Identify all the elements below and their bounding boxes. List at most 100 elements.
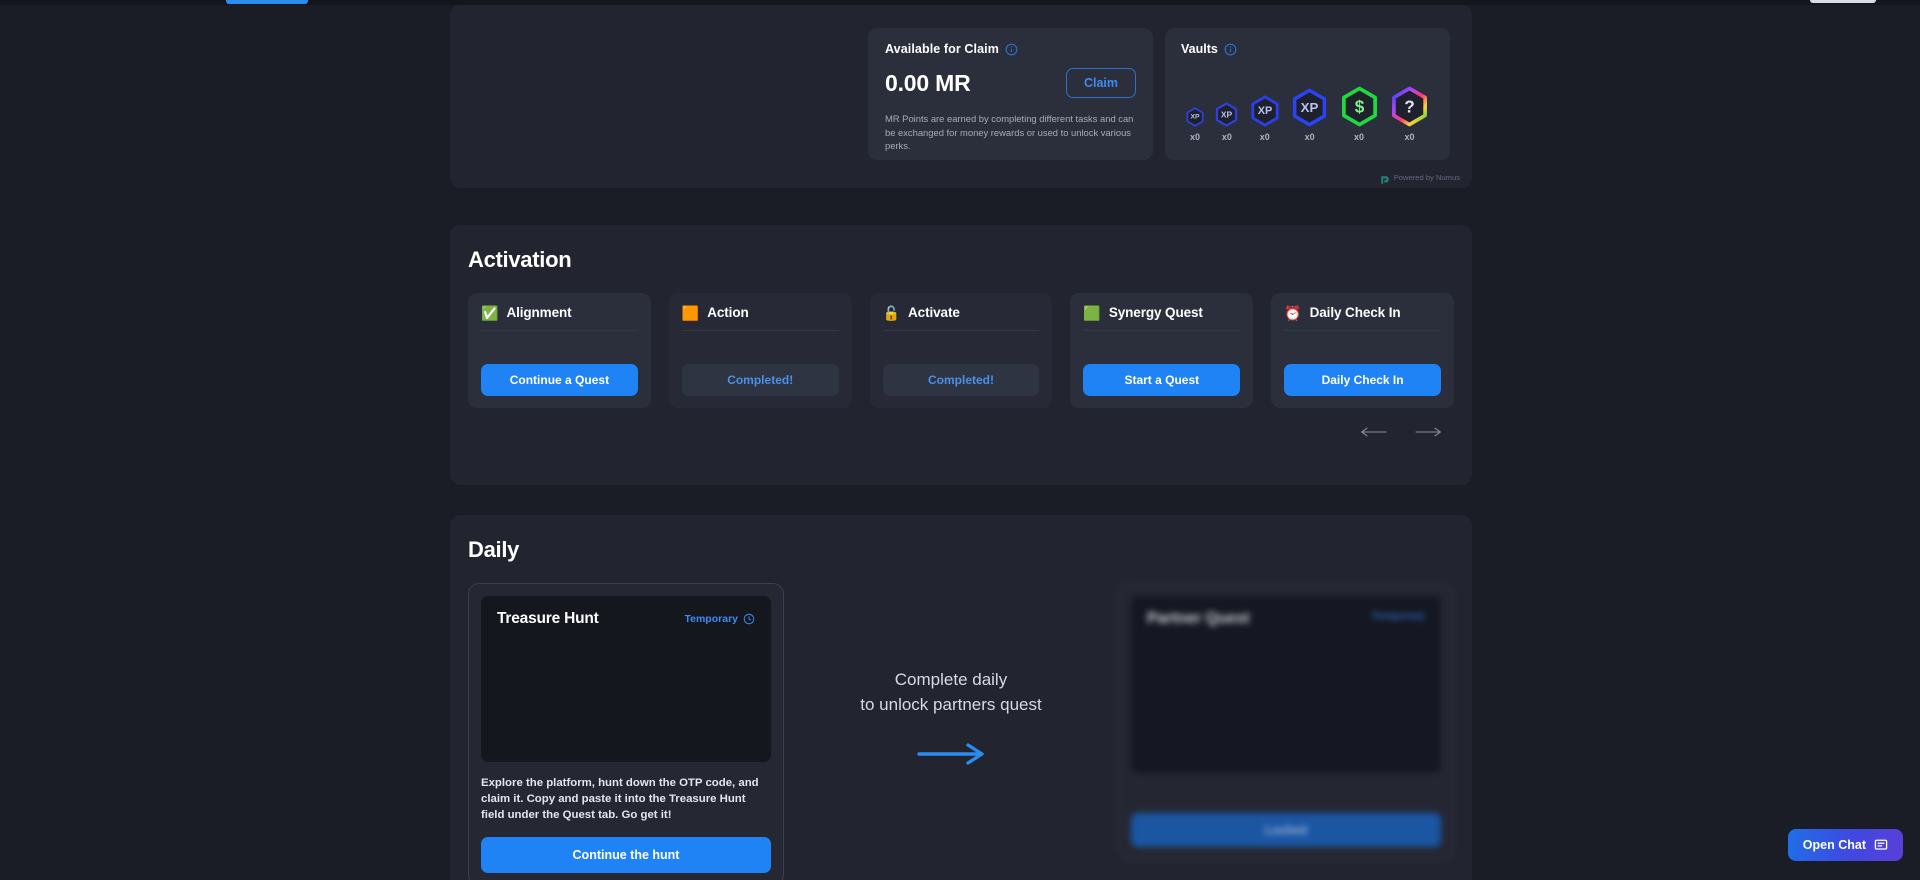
- claim-card-header: Available for Claim: [885, 42, 1136, 56]
- vaults-card: Vaults XP x0 XP x0 XP x0 XP x0 $ x0? x0: [1165, 28, 1450, 160]
- continue-the-hunt-button[interactable]: Continue the hunt: [481, 836, 771, 873]
- vault-badge[interactable]: XP x0: [1249, 95, 1281, 142]
- daily-title: Daily: [468, 537, 520, 562]
- partner-quest-badge: Temporary: [1371, 610, 1426, 622]
- temporary-badge-label: Temporary: [684, 613, 739, 625]
- powered-by-attribution: Powered by Numus: [1380, 172, 1460, 184]
- partner-quest-banner: Partner Quest Temporary: [1131, 596, 1441, 773]
- svg-text:?: ?: [1404, 97, 1415, 117]
- activation-card: ⏰ Daily Check In Daily Check In: [1271, 293, 1454, 408]
- svg-text:XP: XP: [1258, 105, 1273, 117]
- activation-title: Activation: [468, 247, 572, 272]
- partner-quest-card-locked[interactable]: Partner Quest Temporary Locked: [1118, 583, 1454, 860]
- svg-text:$: $: [1354, 97, 1364, 117]
- activation-card-spacer: [1083, 331, 1240, 364]
- activation-card-spacer: [883, 331, 1040, 364]
- claim-amount-row: 0.00 MR Claim: [885, 68, 1136, 98]
- vault-badge[interactable]: $ x0: [1339, 86, 1380, 142]
- treasure-hunt-banner: Treasure Hunt Temporary: [481, 596, 771, 762]
- unlocked-padlock-icon: 🔓: [882, 304, 901, 321]
- activation-card-header: 🔓 Activate: [882, 304, 1040, 331]
- unlock-hint-block: Complete daily to unlock partners quest: [784, 583, 1118, 767]
- clock-icon: [743, 613, 755, 625]
- vault-badge-row: XP x0 XP x0 XP x0 XP x0 $ x0? x0: [1181, 64, 1434, 142]
- vault-count-label: x0: [1304, 132, 1315, 142]
- open-chat-button[interactable]: Open Chat: [1787, 829, 1903, 861]
- green-check-icon: ✅: [481, 304, 499, 321]
- unlock-hint-line-1: Complete daily: [894, 670, 1008, 689]
- activation-card-header: 🟩 Synergy Quest: [1083, 304, 1241, 331]
- activation-card: 🟩 Synergy Quest Start a Quest: [1070, 293, 1254, 408]
- daily-panel: Daily Treasure Hunt Temporary Explore th…: [450, 515, 1472, 880]
- vault-count-label: x0: [1259, 132, 1270, 142]
- vault-badge[interactable]: XP x0: [1185, 107, 1205, 142]
- chat-bubble-icon: [1874, 838, 1888, 852]
- open-chat-label: Open Chat: [1802, 838, 1866, 852]
- activation-card-spacer: [481, 331, 638, 364]
- available-for-claim-label: Available for Claim: [885, 42, 999, 56]
- vault-count-label: x0: [1404, 132, 1415, 142]
- unlock-hint-text: Complete daily to unlock partners quest: [860, 668, 1041, 717]
- svg-text:XP: XP: [1221, 110, 1233, 120]
- arrow-left-icon[interactable]: [1360, 424, 1388, 440]
- alarm-clock-icon: ⏰: [1284, 304, 1302, 321]
- vault-badge[interactable]: XP x0: [1214, 102, 1239, 142]
- vault-hex-icon: XP: [1293, 88, 1327, 127]
- partner-quest-button[interactable]: Locked: [1131, 813, 1441, 847]
- activation-card-title: Daily Check In: [1309, 305, 1401, 320]
- info-circle-icon[interactable]: [1224, 43, 1237, 56]
- activation-card-button[interactable]: Start a Quest: [1083, 364, 1241, 396]
- unlock-hint-line-2: to unlock partners quest: [860, 694, 1042, 714]
- arrow-right-long-icon: [916, 741, 986, 767]
- claim-button[interactable]: Claim: [1065, 68, 1136, 98]
- activation-card-title: Action: [707, 305, 749, 320]
- activation-card-title: Activate: [908, 305, 960, 320]
- activation-card-spacer: [1284, 331, 1441, 364]
- claim-amount-value: 0.00 MR: [885, 69, 971, 96]
- temporary-badge: Temporary: [685, 613, 756, 625]
- powered-by-label: Powered by Numus: [1393, 172, 1460, 182]
- vault-hex-icon: XP: [1216, 102, 1238, 127]
- activation-card-row: ✅ Alignment Continue a Quest 🟧 Action Complet…: [468, 293, 1454, 408]
- activation-card-header: ✅ Alignment: [481, 305, 638, 331]
- vault-count-label: x0: [1354, 132, 1365, 142]
- daily-content-grid: Treasure Hunt Temporary Explore the plat…: [468, 583, 1454, 880]
- info-circle-icon[interactable]: [1005, 43, 1018, 56]
- vault-hex-icon: XP: [1251, 95, 1279, 127]
- vaults-card-header: Vaults: [1181, 42, 1434, 56]
- treasure-hunt-card: Treasure Hunt Temporary Explore the plat…: [468, 583, 784, 880]
- activation-card-button: Completed!: [882, 364, 1040, 396]
- partner-quest-title: Partner Quest: [1147, 610, 1250, 627]
- activation-carousel-nav: [468, 408, 1454, 440]
- activation-card-title: Synergy Quest: [1108, 305, 1203, 320]
- svg-text:XP: XP: [1190, 114, 1200, 121]
- vault-badge[interactable]: XP x0: [1290, 88, 1329, 142]
- claim-description: MR Points are earned by completing diffe…: [885, 113, 1134, 152]
- vaults-label: Vaults: [1181, 42, 1218, 56]
- activation-card: 🔓 Activate Completed!: [869, 293, 1053, 408]
- treasure-hunt-banner-header: Treasure Hunt Temporary: [497, 610, 755, 628]
- green-sparkle-icon: 🟩: [1083, 304, 1101, 321]
- vault-hex-icon: ?: [1391, 86, 1427, 127]
- activation-card-button: Completed!: [681, 364, 839, 396]
- activation-card: ✅ Alignment Continue a Quest: [468, 293, 651, 408]
- available-for-claim-card: Available for Claim 0.00 MR Claim MR Poi…: [868, 28, 1153, 160]
- activation-card-button[interactable]: Daily Check In: [1284, 364, 1441, 396]
- vault-count-label: x0: [1221, 132, 1232, 142]
- app-root: Available for Claim 0.00 MR Claim MR Poi…: [0, 0, 1920, 880]
- vault-badge[interactable]: ? x0: [1389, 86, 1430, 142]
- svg-text:XP: XP: [1301, 100, 1319, 115]
- vault-count-label: x0: [1189, 132, 1200, 142]
- activation-card-button[interactable]: Continue a Quest: [481, 364, 638, 396]
- activation-card-spacer: [682, 331, 839, 364]
- activation-card-header: ⏰ Daily Check In: [1284, 305, 1441, 331]
- treasure-hunt-title: Treasure Hunt: [497, 610, 599, 627]
- arrow-right-icon[interactable]: [1414, 424, 1442, 440]
- numus-logo-icon: [1380, 172, 1390, 184]
- top-right-chrome-element[interactable]: [1810, 0, 1876, 3]
- vault-hex-icon: XP: [1186, 107, 1204, 127]
- top-active-tab-indicator[interactable]: [226, 0, 308, 4]
- activation-card: 🟧 Action Completed!: [668, 293, 852, 408]
- main-content-column: Available for Claim 0.00 MR Claim MR Poi…: [450, 5, 1472, 880]
- activation-card-title: Alignment: [506, 305, 572, 320]
